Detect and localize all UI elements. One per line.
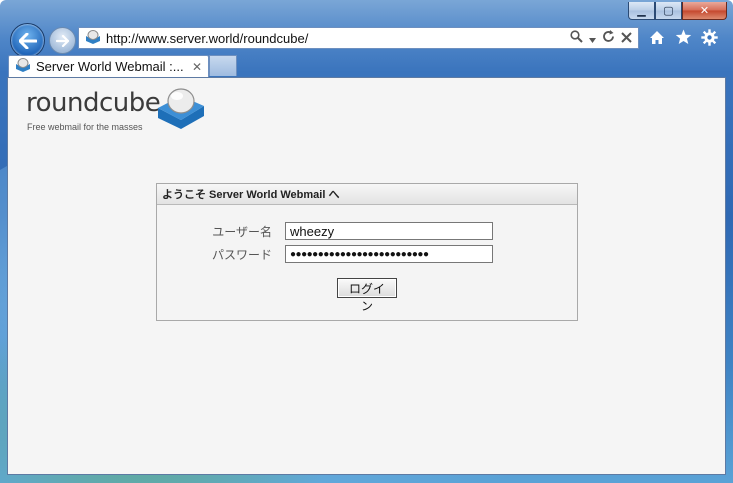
tab-favicon-icon	[15, 58, 31, 75]
tab-close-icon[interactable]: ✕	[192, 60, 202, 74]
password-input[interactable]	[285, 245, 493, 263]
close-window-button[interactable]: ✕	[682, 2, 727, 20]
browser-toolbar-right	[648, 27, 718, 47]
stop-icon[interactable]	[621, 31, 632, 46]
page-favicon-icon	[85, 29, 101, 47]
forward-arrow-icon	[56, 34, 69, 47]
login-form: ようこそ Server World Webmail へ ユーザー名 パスワード …	[156, 183, 578, 321]
roundcube-logo-icon	[158, 88, 204, 129]
username-input[interactable]	[285, 222, 493, 240]
search-icon[interactable]	[570, 30, 583, 46]
dropdown-icon[interactable]	[589, 31, 596, 46]
logo-wordmark: roundcube	[26, 88, 161, 118]
back-button[interactable]	[10, 23, 45, 58]
maximize-button[interactable]: ▢	[655, 2, 682, 20]
browser-tab[interactable]: Server World Webmail :... ✕	[8, 55, 209, 77]
tab-title: Server World Webmail :...	[36, 59, 184, 74]
url-text[interactable]: http://www.server.world/roundcube/	[106, 31, 570, 46]
gear-icon[interactable]	[700, 27, 718, 47]
minimize-button[interactable]: ▁	[628, 2, 655, 20]
home-icon[interactable]	[648, 27, 666, 47]
forward-button[interactable]	[49, 27, 76, 54]
login-button[interactable]: ログイン	[337, 278, 397, 313]
back-arrow-icon	[18, 32, 37, 49]
window-caption-buttons: ▁ ▢ ✕	[628, 2, 727, 20]
browser-window: ▁ ▢ ✕ http://www.server.world/roundcube/	[0, 0, 733, 483]
password-row: パスワード	[157, 245, 493, 263]
refresh-icon[interactable]	[602, 30, 615, 46]
address-bar[interactable]: http://www.server.world/roundcube/	[78, 27, 639, 49]
address-tools	[570, 30, 632, 46]
username-row: ユーザー名	[157, 222, 493, 240]
username-label: ユーザー名	[212, 224, 272, 239]
new-tab-button[interactable]	[209, 55, 237, 76]
favorites-star-icon[interactable]	[674, 27, 692, 47]
password-label: パスワード	[211, 247, 272, 262]
logo-tagline: Free webmail for the masses	[27, 122, 143, 132]
login-heading: ようこそ Server World Webmail へ	[157, 184, 577, 205]
